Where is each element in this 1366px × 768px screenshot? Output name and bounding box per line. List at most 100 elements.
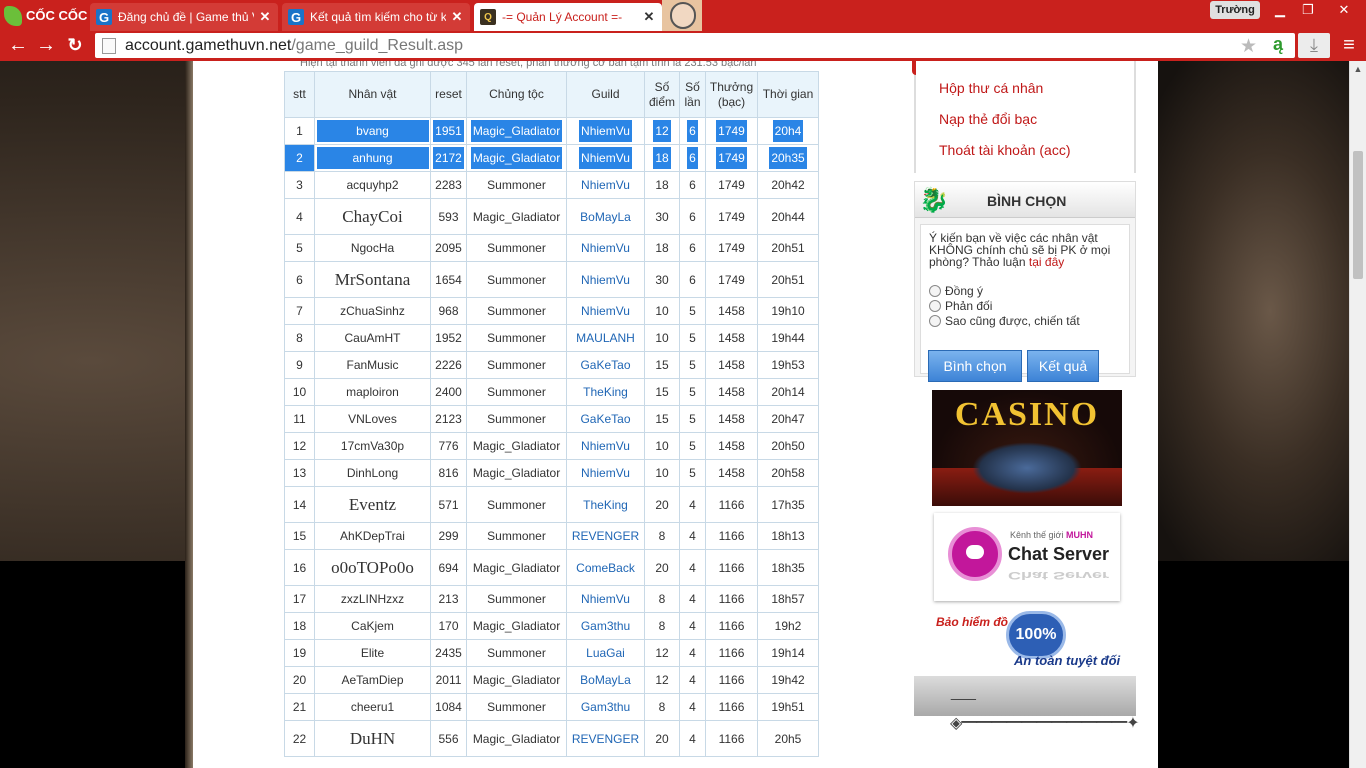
cell-text: 4 [689,700,696,714]
cell-reward: 1166 [705,720,758,757]
cell-time: 19h44 [757,324,819,352]
cell-guild[interactable]: LuaGai [566,639,645,667]
cell-text: FanMusic [346,358,399,372]
guild-result-table: stt Nhân vật reset Chủng tộc Guild Số đi… [284,71,819,757]
address-bar[interactable]: account.gamethuvn.net /game_guild_Result… [95,33,1295,58]
vote-button[interactable]: Bình chọn [928,350,1022,382]
cell-guild[interactable]: NhiemVu [566,144,645,172]
cell-times: 6 [679,117,706,145]
cell-guild[interactable]: BoMayLa [566,198,645,235]
cell-guild[interactable]: NhiemVu [566,585,645,613]
close-tab-icon[interactable]: ✕ [450,9,464,25]
tab-dang-chu-de[interactable]: G Đăng chủ đề | Game thủ V ✕ [90,3,278,31]
col-name: Nhân vật [314,71,431,118]
cell-guild[interactable]: TheKing [566,486,645,523]
minimize-icon[interactable]: ▁ [1266,0,1294,20]
cell-text: 18 [655,241,669,255]
profile-button[interactable]: Trường [1210,1,1260,19]
cell-text: 1458 [718,358,745,372]
cell-text: BoMayLa [580,209,631,224]
col-times: Số lần [679,71,706,118]
close-tab-icon[interactable]: ✕ [642,9,656,25]
cell-stt: 5 [284,234,315,262]
cell-reset: 816 [430,459,467,487]
back-icon[interactable]: ← [4,31,32,59]
badge-line2: An toàn tuyệt đối [1014,653,1121,668]
cell-points: 10 [644,459,680,487]
cell-time: 19h2 [757,612,819,640]
cell-times: 6 [679,171,706,199]
cell-reward: 1166 [705,612,758,640]
link-inbox[interactable]: Hộp thư cá nhân [939,80,1043,96]
page-scrollbar[interactable]: ▲ [1349,61,1366,768]
cell-reset: 968 [430,297,467,325]
cell-guild[interactable]: Gam3thu [566,693,645,721]
cell-text: 1654 [435,272,462,287]
new-tab-button[interactable] [662,0,702,31]
cell-race: Magic_Gladiator [466,432,567,460]
gamethu-favicon-icon: G [96,9,112,25]
cell-guild[interactable]: NhiemVu [566,432,645,460]
cell-text: DuHN [349,728,396,748]
cell-guild[interactable]: NhiemVu [566,297,645,325]
reload-icon[interactable]: ↻ [61,31,89,59]
col-race: Chủng tộc [466,71,567,118]
cell-times: 4 [679,486,706,523]
cell-guild[interactable]: ComeBack [566,549,645,586]
radio-icon[interactable] [929,315,941,327]
extension-icon[interactable]: ą [1273,34,1283,55]
forward-icon[interactable]: → [32,31,60,59]
cell-text: 30 [655,209,669,224]
cell-guild[interactable]: REVENGER [566,720,645,757]
cell-guild[interactable]: GaKeTao [566,351,645,379]
cell-time: 17h35 [757,486,819,523]
cell-guild[interactable]: NhiemVu [566,459,645,487]
cell-reset: 213 [430,585,467,613]
cell-text: DinhLong [346,466,399,480]
cell-guild[interactable]: REVENGER [566,522,645,550]
cell-guild[interactable]: TheKing [566,378,645,406]
cell-reset: 2095 [430,234,467,262]
poll-option-whatever[interactable]: Sao cũng được, chiến tất [929,314,1080,328]
tab-account-manager[interactable]: Q -= Quản Lý Account =- ✕ [474,3,662,31]
tab-search-results[interactable]: G Kết quả tìm kiếm cho từ k ✕ [282,3,470,31]
cell-text: 15 [655,385,669,399]
cell-guild[interactable]: MAULANH [566,324,645,352]
cell-guild[interactable]: BoMayLa [566,666,645,694]
cell-text: 19h51 [771,700,805,714]
cell-reset: 1084 [430,693,467,721]
link-topup[interactable]: Nạp thẻ đổi bạc [939,111,1037,127]
cell-text: Summoner [487,331,546,345]
browser-logo[interactable]: CỐC CỐC [0,0,90,31]
bookmark-star-icon[interactable]: ★ [1240,35,1257,58]
cell-text: 1951 [433,120,464,142]
cell-guild[interactable]: NhiemVu [566,234,645,262]
col-points: Số điểm [644,71,680,118]
cell-guild[interactable]: NhiemVu [566,117,645,145]
scroll-thumb[interactable] [1353,151,1363,279]
cell-guild[interactable]: GaKeTao [566,405,645,433]
scroll-up-icon[interactable]: ▲ [1350,61,1366,77]
cell-guild[interactable]: NhiemVu [566,171,645,199]
poll-discussion-link[interactable]: tại đây [1029,255,1064,269]
cell-guild[interactable]: Gam3thu [566,612,645,640]
radio-icon[interactable] [929,285,941,297]
chat-server-banner[interactable]: Kênh thế giới MUHN Chat Server Chat Serv… [934,513,1120,601]
result-button[interactable]: Kết quả [1027,350,1099,382]
poll-option-disagree[interactable]: Phản đối [929,299,992,313]
insurance-badge[interactable]: Bảo hiểm đồ 100% An toàn tuyệt đối [936,609,1126,677]
table-row: 10 maploiron 2400 Summoner TheKing 15 5 1458 20h… [284,378,819,406]
cell-text: 19h44 [771,331,805,345]
close-window-icon[interactable]: ✕ [1326,0,1362,20]
poll-option-agree[interactable]: Đồng ý [929,284,983,298]
download-icon[interactable]: ⤓ [1298,33,1330,58]
restore-icon[interactable]: ❐ [1294,0,1322,20]
cell-guild[interactable]: NhiemVu [566,261,645,298]
menu-icon[interactable]: ≡ [1338,33,1360,58]
cell-text: NhiemVu [581,178,630,192]
link-logout[interactable]: Thoát tài khoản (acc) [939,142,1071,158]
close-tab-icon[interactable]: ✕ [258,9,272,25]
radio-icon[interactable] [929,300,941,312]
cell-text: 14 [292,497,307,512]
casino-banner[interactable]: CASINO [932,390,1122,506]
